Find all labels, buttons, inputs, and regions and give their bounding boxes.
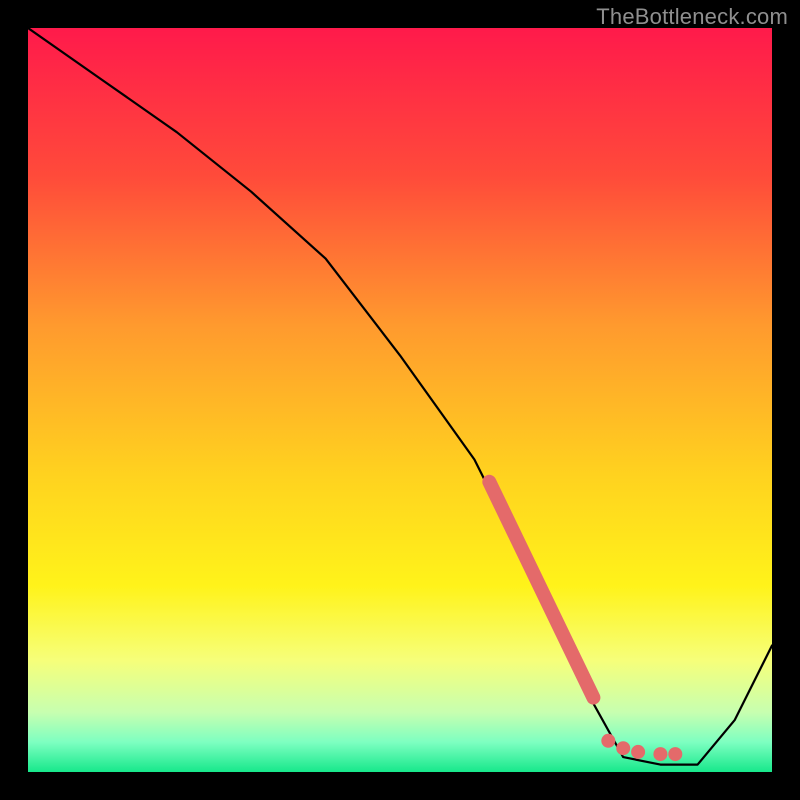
slope-highlight (489, 482, 593, 698)
curve-layer (28, 28, 772, 772)
main-curve (28, 28, 772, 765)
dot-marker (631, 745, 645, 759)
dot-marker (601, 734, 615, 748)
dot-marker (668, 747, 682, 761)
watermark-text: TheBottleneck.com (596, 4, 788, 30)
dot-markers (601, 734, 682, 761)
dot-marker (653, 747, 667, 761)
chart-stage: TheBottleneck.com (0, 0, 800, 800)
dot-marker (616, 741, 630, 755)
plot-area (28, 28, 772, 772)
